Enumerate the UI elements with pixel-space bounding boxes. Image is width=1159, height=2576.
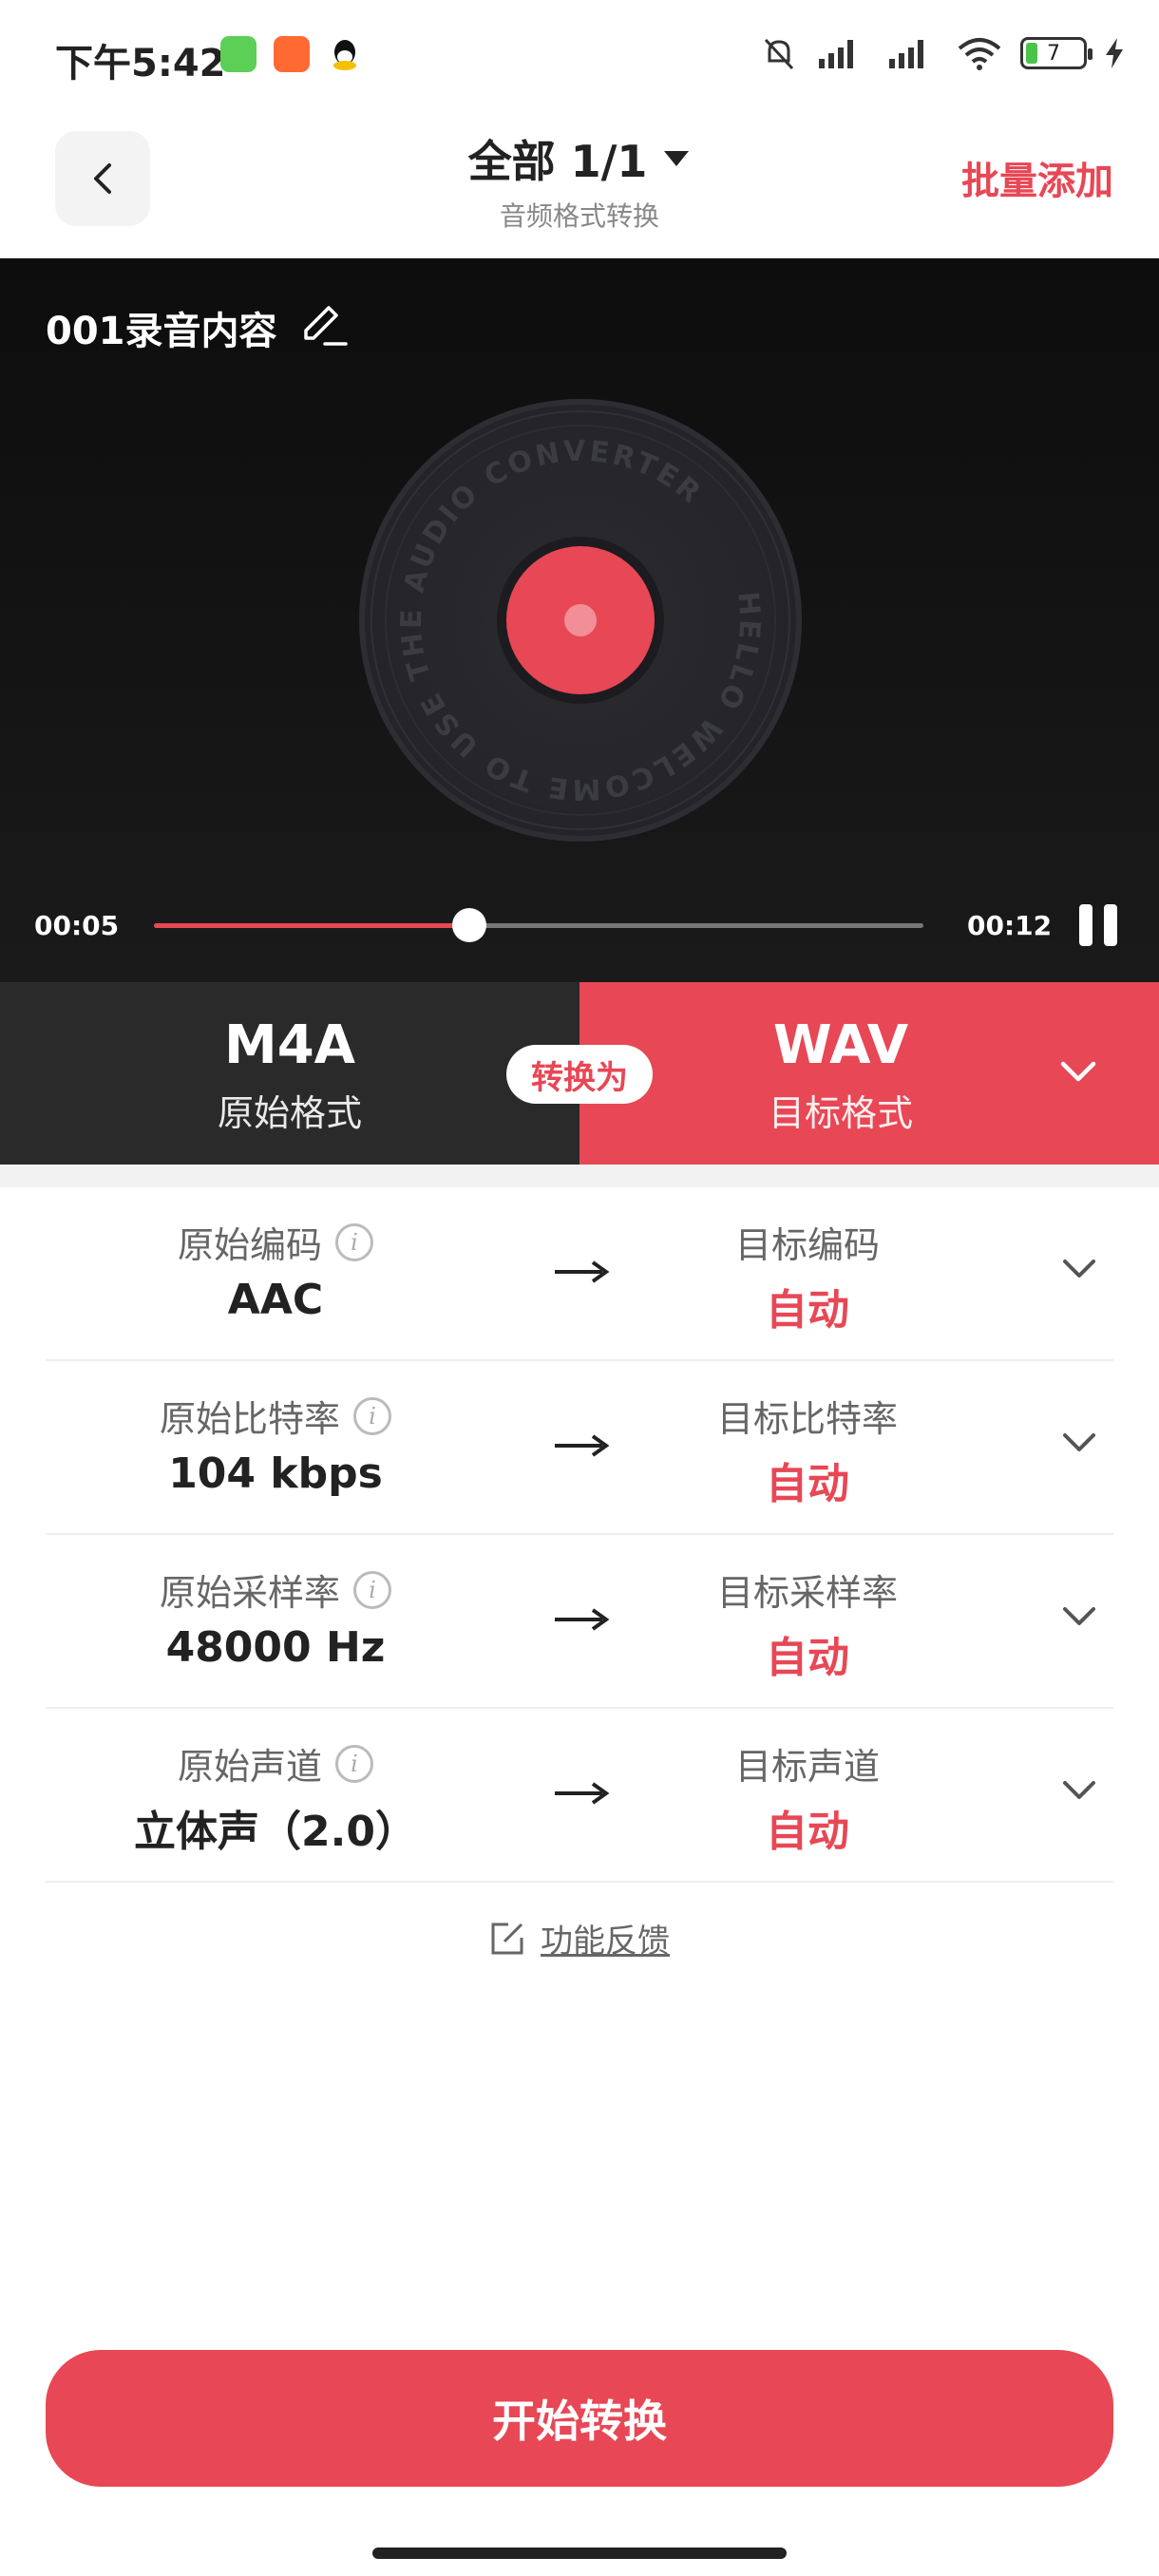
target-label: 目标声道 [734, 1746, 880, 1788]
pencil-icon [304, 306, 348, 346]
progress-slider[interactable] [154, 908, 923, 942]
convert-to-badge: 转换为 [506, 1045, 653, 1104]
info-icon[interactable]: i [353, 1396, 391, 1435]
page-title: 全部 1/1 [467, 136, 648, 187]
vinyl-disc: HELLO WELCOME TO USE THE AUDIO CONVERTER [359, 399, 802, 842]
target-value: 自动 [766, 1460, 849, 1508]
orig-label: 原始声道 [177, 1746, 322, 1788]
battery-level: 7 [1047, 41, 1060, 66]
mute-icon [764, 38, 794, 70]
file-name: 001录音内容 [46, 310, 277, 353]
feedback-area: 功能反馈 [0, 1915, 1159, 1965]
current-time: 00:05 [34, 910, 120, 941]
param-row-codec[interactable]: 原始编码 i AAC 目标编码 自动 [46, 1187, 1113, 1361]
video-app-icon [274, 36, 310, 72]
progress-thumb[interactable] [452, 908, 487, 942]
chevron-down-icon [1063, 1781, 1095, 1799]
charging-icon [1106, 38, 1123, 68]
chevron-down-icon [1063, 1607, 1095, 1625]
app-notification-icon [220, 36, 256, 72]
pause-button[interactable] [1079, 904, 1125, 946]
info-icon[interactable]: i [335, 1744, 373, 1783]
edit-name-button[interactable] [298, 302, 350, 353]
chevron-down-icon [1063, 1433, 1095, 1451]
orig-label: 原始采样率 [159, 1572, 340, 1614]
edit-box-icon [491, 1923, 523, 1954]
target-label: 目标编码 [734, 1224, 880, 1266]
battery-icon: 7 [1020, 37, 1092, 69]
param-row-bitrate[interactable]: 原始比特率 i 104 kbps 目标比特率 自动 [46, 1361, 1113, 1535]
status-indicators: 7 [760, 34, 1125, 72]
caret-down-icon [664, 151, 690, 166]
orig-label: 原始比特率 [159, 1398, 340, 1440]
feedback-text: 功能反馈 [541, 1923, 670, 1960]
pause-icon [1079, 904, 1092, 946]
param-list: 原始编码 i AAC 目标编码 自动 原始比特率 i 104 kbps 目标比特率 … [46, 1187, 1113, 1883]
orig-value: 48000 Hz [165, 1623, 386, 1672]
source-format-label: 原始格式 [217, 1092, 362, 1134]
total-time: 00:12 [967, 910, 1053, 941]
chevron-down-icon [1060, 1061, 1096, 1082]
param-row-samplerate[interactable]: 原始采样率 i 48000 Hz 目标采样率 自动 [46, 1535, 1113, 1709]
audio-player: 001录音内容 HELLO WELCOME TO USE THE AUDIO C… [0, 258, 1159, 982]
target-format-dropdown[interactable]: WAV 目标格式 [580, 982, 1159, 1165]
target-value: 自动 [766, 1286, 849, 1335]
source-format: M4A 原始格式 [0, 982, 580, 1165]
param-row-channels[interactable]: 原始声道 i 立体声（2.0） 目标声道 自动 [46, 1709, 1113, 1883]
divider [0, 1165, 1159, 1187]
start-convert-button[interactable]: 开始转换 [46, 2350, 1113, 2487]
source-format-name: M4A [223, 1014, 356, 1076]
target-value: 自动 [766, 1634, 849, 1682]
header: 全部 1/1 音频格式转换 批量添加 [0, 114, 1159, 256]
status-time: 下午5:42 [55, 42, 226, 85]
format-selector: M4A 原始格式 WAV 目标格式 转换为 [0, 982, 1159, 1165]
file-selector[interactable]: 全部 1/1 [468, 127, 692, 190]
status-bar: 下午5:42 7 [0, 0, 1159, 114]
target-label: 目标采样率 [716, 1572, 898, 1614]
progress-fill [154, 923, 470, 928]
wifi-icon [958, 38, 1001, 70]
target-label: 目标比特率 [716, 1398, 898, 1440]
signal-icon [889, 40, 923, 68]
target-value: 自动 [766, 1808, 849, 1856]
orig-value: 立体声（2.0） [134, 1808, 417, 1856]
info-icon[interactable]: i [353, 1570, 391, 1609]
batch-add-button[interactable]: 批量添加 [961, 150, 1113, 205]
home-indicator[interactable] [372, 2548, 787, 2559]
orig-label: 原始编码 [177, 1224, 322, 1266]
feedback-link[interactable]: 功能反馈 [489, 1915, 670, 1961]
orig-value: 104 kbps [168, 1449, 383, 1498]
qq-icon [327, 36, 363, 72]
orig-value: AAC [227, 1276, 324, 1324]
chevron-down-icon [1063, 1260, 1095, 1278]
signal-icon [819, 40, 853, 68]
info-icon[interactable]: i [335, 1222, 373, 1261]
